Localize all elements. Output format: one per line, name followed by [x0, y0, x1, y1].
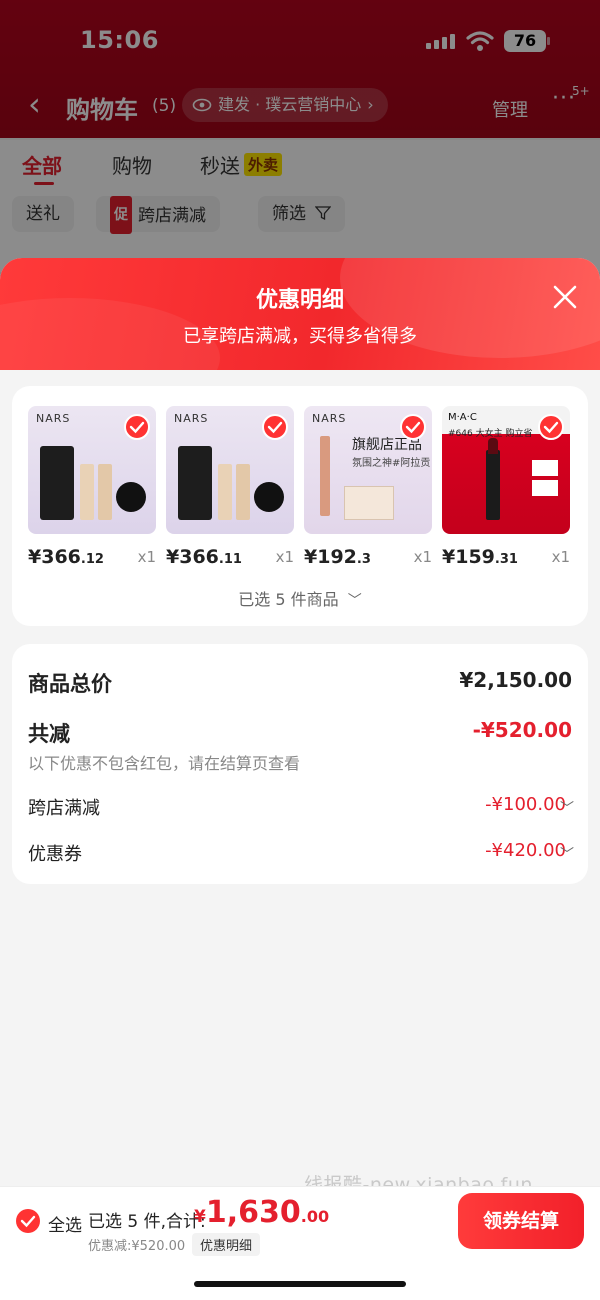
product-quantity: x1: [413, 548, 432, 566]
product-bottle: [218, 464, 232, 520]
price-integer: ¥366: [166, 546, 219, 568]
coupon-discount-label: 优惠券: [28, 844, 82, 865]
product-item[interactable]: NARS ¥366.11 x1: [166, 406, 294, 568]
checked-icon: [262, 414, 288, 440]
product-price: ¥192.3: [304, 546, 371, 568]
product-brand: M·A·C: [448, 412, 477, 423]
product-image: NARS 旗舰店正品 氛围之神#阿拉贡: [304, 406, 432, 534]
discount-detail-button[interactable]: 优惠明细: [192, 1233, 261, 1256]
product-price: ¥159.31: [442, 546, 518, 568]
total-currency: ¥: [194, 1207, 206, 1227]
product-coupon-card: [532, 460, 558, 476]
grand-total: ¥1,630.00: [194, 1195, 329, 1230]
total-price-label: 商品总价: [28, 672, 112, 696]
discount-detail-sheet: 优惠明细 已享跨店满减，买得多省得多 NARS ¥366.12 x1 NARS: [0, 258, 600, 1300]
chevron-down-icon: ﹀: [347, 593, 362, 609]
product-image: NARS: [166, 406, 294, 534]
product-item[interactable]: M·A·C #646 大女主 购立省 ¥159.31 x1: [442, 406, 570, 568]
product-quantity: x1: [551, 548, 570, 566]
product-bottle: [40, 446, 74, 520]
checked-icon: [124, 414, 150, 440]
select-all-label[interactable]: 全选: [48, 1211, 82, 1236]
checked-icon: [538, 414, 564, 440]
product-lipstick: [486, 450, 500, 520]
price-decimal: .11: [218, 552, 242, 567]
product-brand: NARS: [312, 412, 347, 425]
select-all-checkbox[interactable]: [16, 1209, 40, 1233]
checkout-button[interactable]: 领券结算: [458, 1193, 584, 1249]
total-decimal: .00: [300, 1207, 330, 1226]
product-quantity: x1: [275, 548, 294, 566]
checked-icon: [400, 414, 426, 440]
cross-store-discount-label: 跨店满减: [28, 798, 100, 819]
price-integer: ¥192: [304, 546, 357, 568]
product-tagline: #646 大女主 购立省: [448, 429, 533, 439]
product-lipstick-bullet: [488, 438, 498, 454]
selected-info: 已选 5 件,合计:: [88, 1212, 206, 1232]
discount-note: 以下优惠不包含红包，请在结算页查看: [28, 754, 301, 773]
price-decimal: .3: [356, 552, 371, 567]
sheet-subtitle: 已享跨店满减，买得多省得多: [183, 326, 417, 347]
product-cushion: [116, 482, 146, 512]
product-brand: NARS: [36, 412, 71, 425]
product-bottle: [236, 464, 250, 520]
price-decimal: .31: [494, 552, 518, 567]
product-quantity: x1: [137, 548, 156, 566]
product-lipgloss: [320, 436, 330, 516]
discount-reduced-text: 优惠减:¥520.00: [88, 1239, 186, 1254]
selected-count-label: 已选 5 件商品: [238, 590, 339, 609]
sheet-header: 优惠明细 已享跨店满减，买得多省得多: [0, 258, 600, 418]
total-price-value: ¥2,150.00: [459, 668, 572, 692]
product-palette: [344, 486, 394, 520]
total-reduce-label: 共减: [28, 722, 70, 746]
product-brand: NARS: [174, 412, 209, 425]
total-integer: 1,630: [205, 1195, 301, 1230]
product-tagline-sub: 氛围之神#阿拉贡: [352, 458, 431, 469]
price-integer: ¥159: [442, 546, 495, 568]
coupon-discount-value[interactable]: -¥420.00: [485, 840, 566, 861]
product-bottle: [98, 464, 112, 520]
price-integer: ¥366: [28, 546, 81, 568]
checkout-bar: 全选 已选 5 件,合计: ¥1,630.00 优惠减:¥520.00 优惠明细…: [0, 1186, 600, 1300]
price-summary-card: 商品总价 ¥2,150.00 共减 -¥520.00 以下优惠不包含红包，请在结…: [12, 644, 588, 884]
product-image: M·A·C #646 大女主 购立省: [442, 406, 570, 534]
cross-store-discount-value[interactable]: -¥100.00: [485, 794, 566, 815]
product-item[interactable]: NARS ¥366.12 x1: [28, 406, 156, 568]
price-decimal: .12: [80, 552, 104, 567]
product-price: ¥366.11: [166, 546, 242, 568]
product-item[interactable]: NARS 旗舰店正品 氛围之神#阿拉贡 ¥192.3 x1: [304, 406, 432, 568]
home-indicator: [194, 1281, 406, 1287]
product-bottle: [80, 464, 94, 520]
chevron-down-icon[interactable]: ﹀: [560, 798, 574, 818]
product-image: NARS: [28, 406, 156, 534]
close-icon[interactable]: [550, 282, 580, 312]
chevron-down-icon[interactable]: ﹀: [560, 844, 574, 864]
product-coupon-card: [532, 480, 558, 496]
product-cushion: [254, 482, 284, 512]
total-reduce-value: -¥520.00: [472, 718, 572, 742]
selected-products-card: NARS ¥366.12 x1 NARS ¥366.11 x1 NARS 旗舰店…: [12, 386, 588, 626]
product-price: ¥366.12: [28, 546, 104, 568]
product-bottle: [178, 446, 212, 520]
sheet-title: 优惠明细: [255, 288, 344, 313]
selected-count-toggle[interactable]: 已选 5 件商品 ﹀: [12, 586, 588, 610]
